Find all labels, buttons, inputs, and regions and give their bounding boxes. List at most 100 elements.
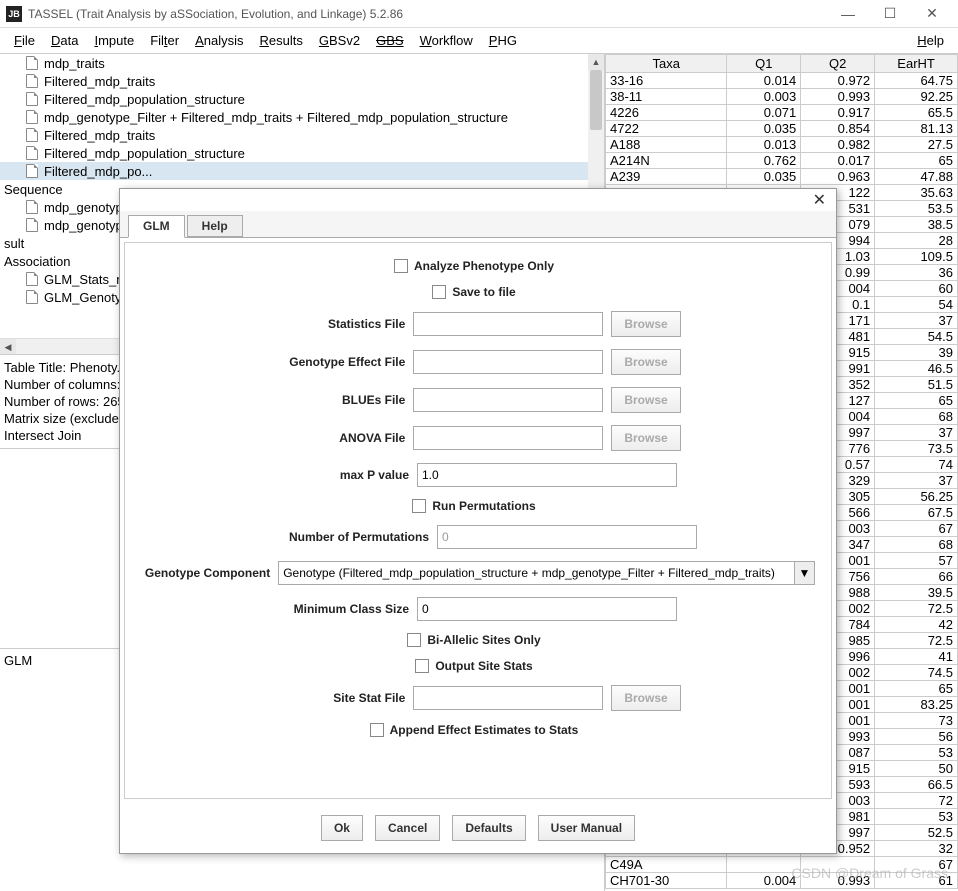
- statistics-file-input[interactable]: [413, 312, 603, 336]
- table-row[interactable]: CH701-300.0040.99361: [606, 873, 958, 889]
- defaults-button[interactable]: Defaults: [452, 815, 525, 841]
- scroll-up-icon[interactable]: ▲: [588, 54, 604, 70]
- table-cell: 4226: [606, 105, 727, 121]
- menu-impute[interactable]: Impute: [86, 31, 142, 50]
- table-cell: 0.035: [727, 169, 801, 185]
- tree-item[interactable]: mdp_traits: [0, 54, 604, 72]
- app-logo: JB: [6, 6, 22, 22]
- table-row[interactable]: A214N0.7620.01765: [606, 153, 958, 169]
- genotype-effect-file-browse-button[interactable]: Browse: [611, 349, 680, 375]
- table-cell: 66: [875, 569, 958, 585]
- append-effect-estimates-checkbox[interactable]: [370, 723, 384, 737]
- table-cell: 65: [875, 681, 958, 697]
- file-icon: [26, 200, 38, 214]
- ok-button[interactable]: Ok: [321, 815, 363, 841]
- table-cell: 64.75: [875, 73, 958, 89]
- table-cell: 66.5: [875, 777, 958, 793]
- table-cell: 0.003: [727, 89, 801, 105]
- table-cell: 0.917: [801, 105, 875, 121]
- table-header[interactable]: Q1: [727, 55, 801, 73]
- menu-filter[interactable]: Filter: [142, 31, 187, 50]
- tree-item[interactable]: Filtered_mdp_traits: [0, 126, 604, 144]
- anova-file-input[interactable]: [413, 426, 603, 450]
- table-cell: 38.5: [875, 217, 958, 233]
- table-header[interactable]: Taxa: [606, 55, 727, 73]
- menu-results[interactable]: Results: [252, 31, 311, 50]
- table-cell: 41: [875, 649, 958, 665]
- tree-item[interactable]: Filtered_mdp_population_structure: [0, 90, 604, 108]
- tab-glm[interactable]: GLM: [128, 215, 185, 238]
- file-icon: [26, 92, 38, 106]
- table-row[interactable]: 42260.0710.91765.5: [606, 105, 958, 121]
- save-to-file-checkbox[interactable]: [432, 285, 446, 299]
- table-row[interactable]: C49A67: [606, 857, 958, 873]
- table-cell: 0.993: [801, 89, 875, 105]
- menu-help[interactable]: Help: [909, 31, 952, 50]
- table-cell: 0.071: [727, 105, 801, 121]
- menu-data[interactable]: Data: [43, 31, 86, 50]
- run-permutations-checkbox[interactable]: [412, 499, 426, 513]
- table-cell: 68: [875, 537, 958, 553]
- analyze-phenotype-only-checkbox[interactable]: [394, 259, 408, 273]
- file-icon: [26, 110, 38, 124]
- number-permutations-input[interactable]: [437, 525, 697, 549]
- table-cell: 56: [875, 729, 958, 745]
- chevron-down-icon: ▼: [794, 562, 814, 584]
- minimum-class-size-input[interactable]: [417, 597, 677, 621]
- table-cell: 54: [875, 297, 958, 313]
- table-header[interactable]: Q2: [801, 55, 875, 73]
- table-cell: 60: [875, 281, 958, 297]
- tree-item[interactable]: Filtered_mdp_po...: [0, 162, 604, 180]
- table-cell: [727, 857, 801, 873]
- max-p-value-label: max P value: [279, 468, 409, 482]
- tab-help[interactable]: Help: [187, 215, 243, 237]
- genotype-effect-file-input[interactable]: [413, 350, 603, 374]
- table-cell: 53.5: [875, 201, 958, 217]
- tree-item[interactable]: Filtered_mdp_traits: [0, 72, 604, 90]
- menu-gbsv2[interactable]: GBSv2: [311, 31, 368, 50]
- table-row[interactable]: 33-160.0140.97264.75: [606, 73, 958, 89]
- site-stat-file-input[interactable]: [413, 686, 603, 710]
- site-stat-file-browse-button[interactable]: Browse: [611, 685, 680, 711]
- minimize-button[interactable]: —: [836, 2, 860, 26]
- statistics-file-browse-button[interactable]: Browse: [611, 311, 680, 337]
- max-p-value-input[interactable]: [417, 463, 677, 487]
- output-site-stats-checkbox[interactable]: [415, 659, 429, 673]
- menu-gbs[interactable]: GBS: [368, 31, 411, 50]
- table-header[interactable]: EarHT: [875, 55, 958, 73]
- table-cell: 38-11: [606, 89, 727, 105]
- anova-file-browse-button[interactable]: Browse: [611, 425, 680, 451]
- maximize-button[interactable]: ☐: [878, 2, 902, 26]
- menu-phg[interactable]: PHG: [481, 31, 525, 50]
- menu-analysis[interactable]: Analysis: [187, 31, 251, 50]
- dialog-close-button[interactable]: ✕: [809, 190, 830, 210]
- blues-file-browse-button[interactable]: Browse: [611, 387, 680, 413]
- table-row[interactable]: A2390.0350.96347.88: [606, 169, 958, 185]
- biallelic-only-checkbox[interactable]: [407, 633, 421, 647]
- scroll-left-icon[interactable]: ◀: [0, 339, 16, 354]
- user-manual-button[interactable]: User Manual: [538, 815, 635, 841]
- table-cell: 0.854: [801, 121, 875, 137]
- table-cell: 61: [875, 873, 958, 889]
- table-row[interactable]: 47220.0350.85481.13: [606, 121, 958, 137]
- table-cell: 0.972: [801, 73, 875, 89]
- tree-item[interactable]: mdp_genotype_Filter + Filtered_mdp_trait…: [0, 108, 604, 126]
- close-button[interactable]: ✕: [920, 2, 944, 26]
- table-cell: 57: [875, 553, 958, 569]
- table-cell: 72.5: [875, 633, 958, 649]
- table-row[interactable]: A1880.0130.98227.5: [606, 137, 958, 153]
- table-cell: 52.5: [875, 825, 958, 841]
- table-cell: 0.035: [727, 121, 801, 137]
- tree-item[interactable]: Filtered_mdp_population_structure: [0, 144, 604, 162]
- append-effect-estimates-label: Append Effect Estimates to Stats: [390, 723, 579, 737]
- table-row[interactable]: 38-110.0030.99392.25: [606, 89, 958, 105]
- table-cell: 53: [875, 809, 958, 825]
- file-icon: [26, 164, 38, 178]
- genotype-component-select[interactable]: Genotype (Filtered_mdp_population_struct…: [278, 561, 815, 585]
- cancel-button[interactable]: Cancel: [375, 815, 440, 841]
- menu-workflow[interactable]: Workflow: [412, 31, 481, 50]
- menu-file[interactable]: File: [6, 31, 43, 50]
- run-permutations-label: Run Permutations: [432, 499, 535, 513]
- table-cell: 0.993: [801, 873, 875, 889]
- blues-file-input[interactable]: [413, 388, 603, 412]
